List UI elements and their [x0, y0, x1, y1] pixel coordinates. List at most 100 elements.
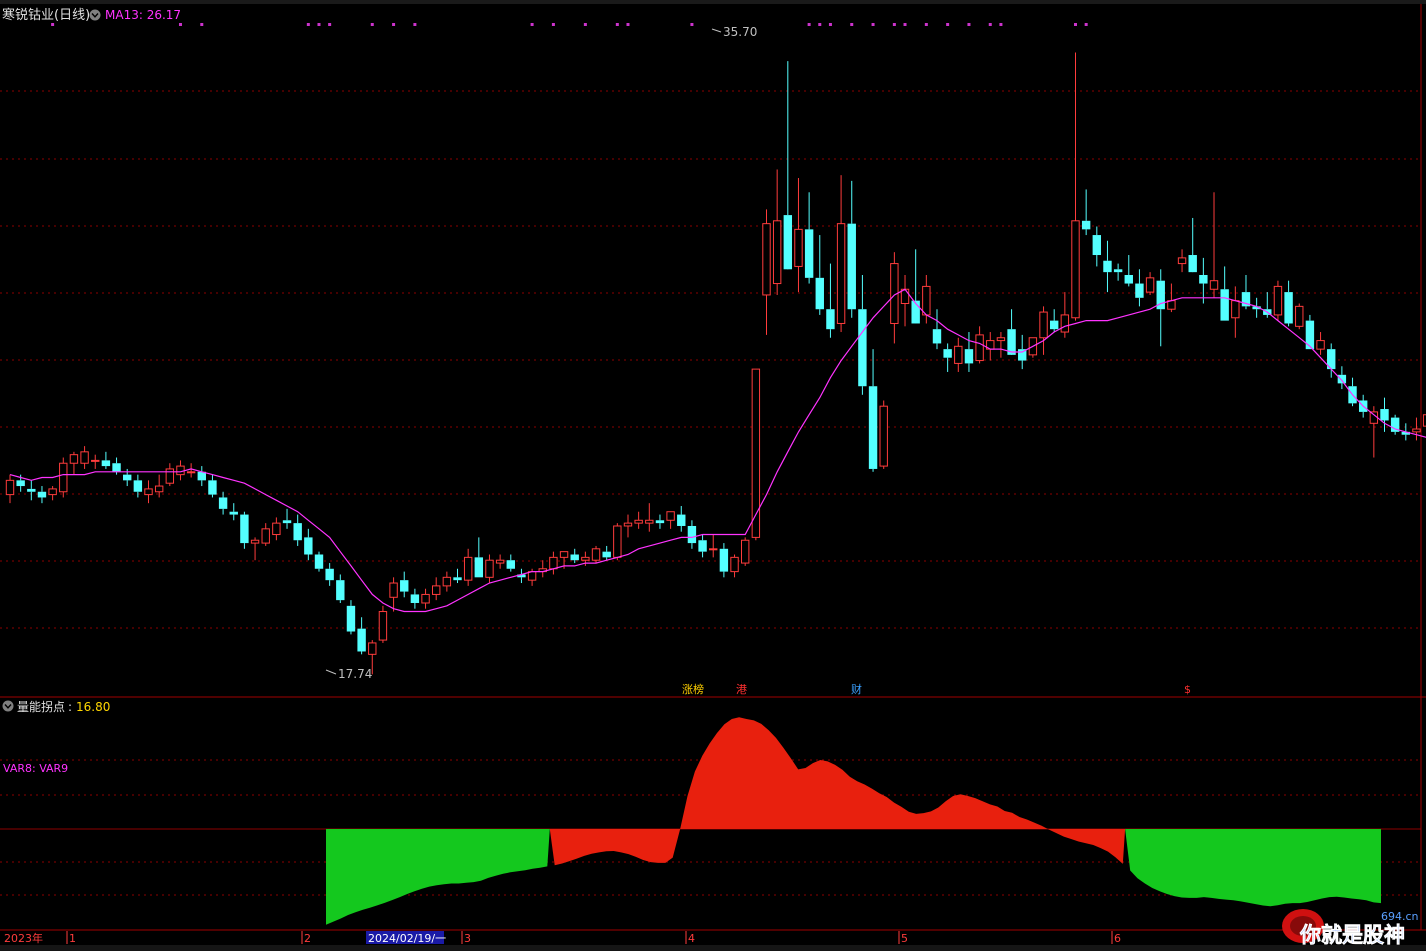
candle [645, 503, 654, 532]
candle [144, 480, 153, 504]
signal-dot [413, 23, 417, 26]
signal-dot [924, 23, 928, 26]
candle [549, 551, 558, 575]
candle [954, 337, 963, 372]
signal-dot [551, 23, 555, 26]
indicator-colon: : [68, 700, 72, 714]
signal-dot [328, 23, 332, 26]
candle [1113, 263, 1123, 281]
candle [453, 568, 462, 584]
signal-dot [1084, 23, 1088, 26]
candle [272, 517, 281, 541]
candle [261, 523, 270, 546]
candle [336, 574, 345, 603]
time-axis: 2023年 1 2 2024/02/19/一 3 4 5 6 [4, 931, 1121, 945]
event-marker-zhangbang[interactable]: 涨榜 [682, 682, 704, 696]
candle [37, 486, 47, 504]
candle [59, 457, 68, 498]
candle [250, 537, 260, 561]
candlestick-series [5, 52, 1426, 675]
indicator-series-label: VAR8: VAR9 [3, 762, 68, 775]
candle [27, 480, 36, 501]
candle [538, 560, 547, 578]
month-label-6: 6 [1114, 932, 1121, 945]
top-menu-strip [0, 0, 1426, 4]
event-marker-cai[interactable]: 财 [851, 682, 862, 696]
signal-dot [1074, 23, 1077, 26]
candle [240, 511, 249, 549]
event-marker-gang[interactable]: 港 [736, 683, 747, 696]
negative-area [326, 829, 1381, 925]
candle [1412, 417, 1421, 441]
signal-dot [871, 23, 875, 26]
candle [1231, 286, 1240, 338]
collapse-main-button[interactable] [89, 9, 101, 21]
candle [314, 551, 324, 572]
indicator-value: 16.80 [76, 700, 110, 714]
ma13-line [9, 288, 1426, 613]
candle [517, 568, 526, 584]
candle [1145, 272, 1155, 295]
candle [495, 554, 505, 569]
candle [1167, 283, 1176, 313]
candle [868, 349, 878, 472]
candle [1316, 332, 1325, 355]
candle [879, 400, 888, 469]
candle [783, 61, 793, 270]
signal-dot [178, 23, 182, 26]
candle [48, 486, 57, 501]
month-label-4: 4 [688, 932, 695, 945]
candle [1220, 266, 1229, 321]
candle [208, 474, 217, 498]
candle [357, 617, 366, 655]
candle [1103, 240, 1112, 293]
signal-dot [850, 23, 854, 26]
candle [421, 588, 430, 609]
candle [900, 274, 910, 327]
candle [197, 466, 206, 487]
candle [655, 514, 665, 529]
signal-dot [828, 23, 832, 26]
signal-dot [51, 23, 55, 26]
month-label-5: 5 [901, 932, 908, 945]
year-label: 2023年 [4, 931, 43, 945]
candle [730, 554, 739, 578]
candle [1124, 255, 1133, 287]
indicator-title: 量能拐点 [17, 699, 65, 714]
month-label-3: 3 [464, 932, 471, 945]
signal-dot [583, 23, 587, 26]
signal-dots [51, 23, 1088, 26]
collapse-indicator-button[interactable] [2, 700, 14, 712]
event-marker-dollar[interactable]: $ [1184, 683, 1191, 696]
low-price-label: 17.74 [338, 667, 372, 681]
candle [1060, 292, 1070, 338]
candle [400, 571, 409, 598]
candle [1135, 269, 1144, 307]
candle [80, 446, 89, 469]
stock-chart-canvas: 35.70 17.74 寒锐钴业(日线) MA13: 26.17 涨榜 港 财 … [0, 0, 1426, 951]
signal-dot [967, 23, 971, 26]
candle [378, 605, 388, 643]
event-markers: 涨榜 港 财 $ [682, 682, 1191, 696]
candle [1081, 189, 1091, 236]
candle [986, 332, 995, 361]
candle [176, 460, 185, 481]
candle [5, 474, 15, 504]
candle [943, 343, 952, 372]
month-label-2: 2 [304, 932, 311, 945]
candle [346, 600, 356, 635]
bottom-tab-strip[interactable] [0, 945, 1426, 951]
signal-dot [892, 23, 896, 26]
candle [623, 514, 633, 538]
candle [719, 543, 729, 578]
signal-dot [530, 23, 534, 26]
candle [815, 235, 824, 315]
candle [826, 263, 835, 338]
signal-dot [946, 23, 950, 26]
candle [101, 451, 111, 469]
candle [186, 463, 196, 478]
candle [506, 554, 515, 572]
signal-dot [615, 23, 619, 26]
candle [1071, 52, 1080, 321]
candle [325, 563, 334, 586]
